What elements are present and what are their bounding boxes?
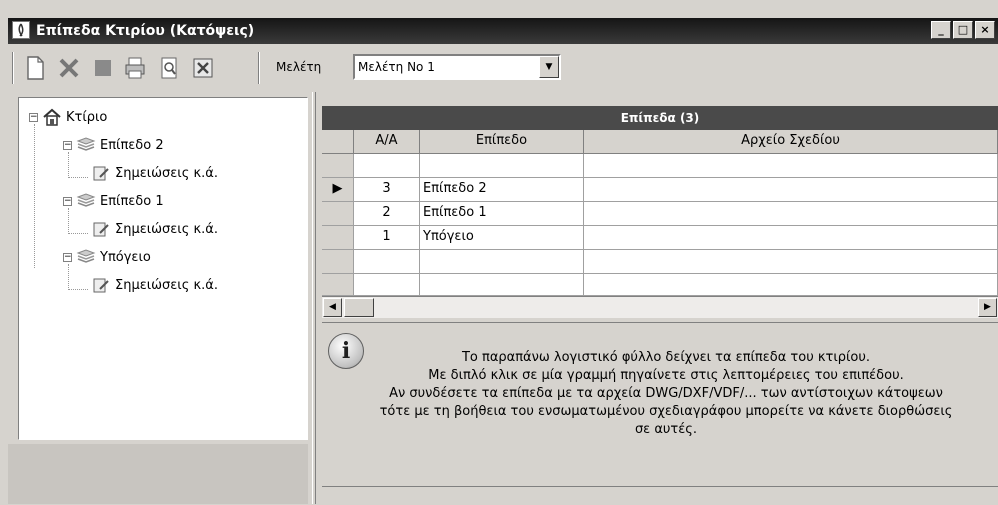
- table-cell[interactable]: [354, 250, 420, 274]
- tree-node-label: Σημειώσεις κ.ά.: [115, 221, 218, 237]
- tree-connector: [68, 233, 88, 234]
- panel-splitter[interactable]: [312, 92, 316, 504]
- table-cell[interactable]: 2: [354, 202, 420, 226]
- column-header-drawing-file[interactable]: Αρχείο Σχεδίου: [584, 130, 998, 154]
- table-cell[interactable]: 1: [354, 226, 420, 250]
- info-panel: i Το παραπάνω λογιστικό φύλλο δείχνει τα…: [322, 322, 998, 484]
- info-line: Αν συνδέσετε τα επίπεδα με τα αρχεία DWG…: [389, 386, 943, 401]
- collapse-icon[interactable]: −: [63, 252, 72, 262]
- note-icon: [91, 221, 111, 237]
- tree-node-label: Υπόγειο: [100, 249, 151, 265]
- grid-title: Επίπεδα (3): [322, 106, 998, 130]
- column-header-level[interactable]: Επίπεδο: [420, 130, 584, 154]
- tree-connector: [68, 208, 69, 232]
- table-cell[interactable]: [420, 250, 584, 274]
- tree-node-basement[interactable]: − Υπόγειο: [63, 248, 151, 266]
- study-label: Μελέτη: [276, 60, 322, 74]
- table-cell[interactable]: [584, 154, 998, 178]
- levels-grid: Επίπεδα (3) Α/Α Επίπεδο Αρχείο Σχεδίου ▶…: [322, 106, 998, 318]
- collapse-icon[interactable]: −: [29, 112, 38, 122]
- table-cell[interactable]: [584, 202, 998, 226]
- row-header[interactable]: [322, 274, 354, 296]
- scroll-thumb[interactable]: [344, 298, 374, 317]
- tree-connector: [68, 152, 69, 176]
- note-icon: [91, 165, 111, 181]
- table-cell[interactable]: [584, 178, 998, 202]
- row-header[interactable]: [322, 202, 354, 226]
- note-icon: [91, 277, 111, 293]
- collapse-icon[interactable]: −: [63, 140, 72, 150]
- minimize-button[interactable]: _: [931, 21, 951, 39]
- tree-node-label: Σημειώσεις κ.ά.: [115, 277, 218, 293]
- info-line: τότε με τη βοήθεια του ενσωματωμένου σχε…: [379, 404, 953, 419]
- toolbar-separator: [258, 52, 260, 84]
- layers-icon: [76, 137, 96, 153]
- table-cell[interactable]: [584, 226, 998, 250]
- layers-icon: [76, 193, 96, 209]
- house-icon: [42, 108, 62, 126]
- toolbar: Μελέτη Μελέτη Νο 1 ▼: [8, 48, 998, 92]
- row-header-corner: [322, 130, 354, 154]
- table-cell[interactable]: 3: [354, 178, 420, 202]
- tree-node-notes[interactable]: Σημειώσεις κ.ά.: [91, 276, 218, 294]
- row-header[interactable]: [322, 154, 354, 178]
- stop-icon[interactable]: [88, 54, 118, 82]
- table-cell[interactable]: Επίπεδο 1: [420, 202, 584, 226]
- tree-node-notes[interactable]: Σημειώσεις κ.ά.: [91, 164, 218, 182]
- title-bar-strip[interactable]: Επίπεδα Κτιρίου (Κατόψεις) _ □ ×: [8, 18, 998, 44]
- close-doc-icon[interactable]: [188, 54, 218, 82]
- table-cell[interactable]: [354, 154, 420, 178]
- close-button[interactable]: ×: [975, 21, 995, 39]
- tree-node-label: Σημειώσεις κ.ά.: [115, 165, 218, 181]
- tree-node-label: Επίπεδο 2: [100, 137, 164, 153]
- new-icon[interactable]: [20, 54, 50, 82]
- current-row-indicator[interactable]: ▶: [322, 178, 354, 202]
- tree-connector: [68, 289, 88, 290]
- tree-node-building[interactable]: − Κτίριο: [29, 108, 107, 126]
- app-icon[interactable]: [12, 21, 30, 39]
- study-select-value: Μελέτη Νο 1: [358, 60, 435, 74]
- scroll-right-icon[interactable]: ▶: [978, 298, 997, 317]
- info-line: Το παραπάνω λογιστικό φύλλο δείχνει τα ε…: [461, 350, 871, 365]
- layers-icon: [76, 249, 96, 265]
- chevron-down-icon[interactable]: ▼: [539, 56, 559, 78]
- tree-node-label: Κτίριο: [66, 109, 108, 125]
- left-status-area: [8, 444, 308, 504]
- row-header[interactable]: [322, 226, 354, 250]
- table-cell[interactable]: Υπόγειο: [420, 226, 584, 250]
- info-line: σε αυτές.: [634, 422, 698, 437]
- info-line: Με διπλό κλικ σε μία γραμμή πηγαίνετε στ…: [428, 368, 904, 383]
- table-cell[interactable]: [584, 274, 998, 296]
- table-cell[interactable]: [584, 250, 998, 274]
- print-icon[interactable]: [120, 54, 150, 82]
- building-tree: − Κτίριο − Επίπεδο 2 Σημειώσεις κ.ά. − Ε…: [18, 97, 308, 440]
- tree-connector: [68, 264, 69, 288]
- info-text: Το παραπάνω λογιστικό φύλλο δείχνει τα ε…: [306, 349, 998, 439]
- title-bar: Επίπεδα Κτιρίου (Κατόψεις) _ □ ×: [0, 0, 998, 44]
- table-cell[interactable]: [420, 154, 584, 178]
- tree-node-level-2[interactable]: − Επίπεδο 2: [63, 136, 164, 154]
- delete-icon[interactable]: [54, 54, 84, 82]
- status-bar: [322, 486, 998, 505]
- tree-node-notes[interactable]: Σημειώσεις κ.ά.: [91, 220, 218, 238]
- toolbar-separator: [12, 52, 14, 84]
- study-select[interactable]: Μελέτη Νο 1 ▼: [353, 54, 561, 80]
- tree-connector: [68, 177, 88, 178]
- table-cell[interactable]: [354, 274, 420, 296]
- tree-connector: [34, 124, 35, 268]
- column-header-aa[interactable]: Α/Α: [354, 130, 420, 154]
- tree-node-level-1[interactable]: − Επίπεδο 1: [63, 192, 164, 210]
- horizontal-scrollbar[interactable]: ◀ ▶: [322, 296, 998, 318]
- window-title: Επίπεδα Κτιρίου (Κατόψεις): [36, 23, 255, 39]
- table-cell[interactable]: Επίπεδο 2: [420, 178, 584, 202]
- scroll-left-icon[interactable]: ◀: [323, 298, 342, 317]
- tree-node-label: Επίπεδο 1: [100, 193, 164, 209]
- preview-icon[interactable]: [154, 54, 184, 82]
- table-cell[interactable]: [420, 274, 584, 296]
- row-header[interactable]: [322, 250, 354, 274]
- maximize-button[interactable]: □: [953, 21, 973, 39]
- collapse-icon[interactable]: −: [63, 196, 72, 206]
